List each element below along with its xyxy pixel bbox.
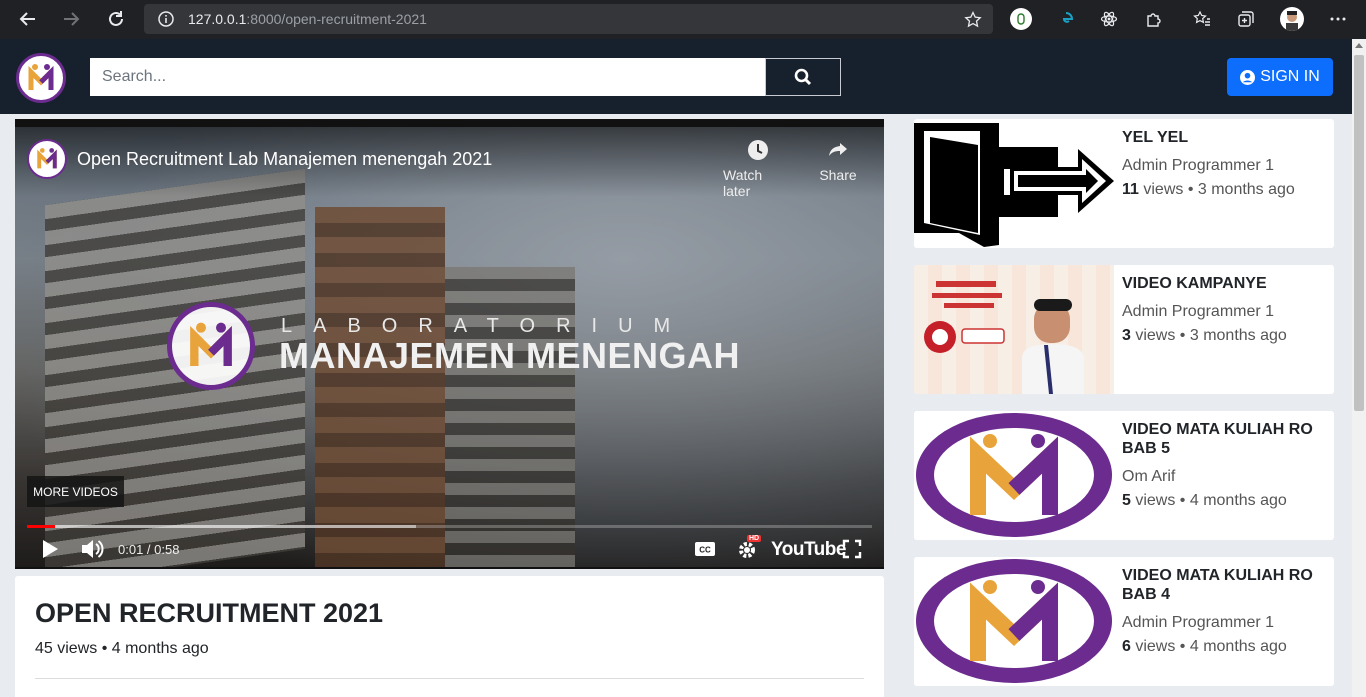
related-video-item[interactable]: VIDEO KAMPANYE Admin Programmer 1 3 view… bbox=[914, 265, 1334, 394]
video-meta: 45 views • 4 months ago bbox=[35, 640, 209, 657]
extension-react-icon[interactable] bbox=[1098, 8, 1120, 30]
more-videos-label: MORE VIDEOS bbox=[33, 484, 118, 499]
related-thumbnail[interactable] bbox=[914, 265, 1114, 394]
page-scrollbar[interactable] bbox=[1352, 39, 1366, 697]
divider bbox=[35, 678, 864, 679]
related-views: 3 bbox=[1122, 327, 1131, 344]
search-input[interactable] bbox=[90, 58, 766, 96]
related-views: 11 bbox=[1122, 181, 1139, 198]
watch-later-button[interactable]: Watch later bbox=[723, 139, 793, 199]
browser-toolbar: 127.0.0.1:8000/open-recruitment-2021 bbox=[0, 0, 1366, 39]
related-stats-suffix: views • 4 months ago bbox=[1130, 638, 1287, 655]
url-path: :8000/open-recruitment-2021 bbox=[246, 11, 427, 27]
related-thumbnail[interactable] bbox=[914, 411, 1114, 540]
clock-icon bbox=[748, 140, 768, 160]
exit-icon bbox=[914, 123, 1114, 247]
related-stats: 11 views • 3 months ago bbox=[1122, 181, 1295, 199]
back-icon[interactable] bbox=[14, 5, 42, 33]
user-circle-icon bbox=[1240, 69, 1256, 85]
extension-mouse-icon[interactable] bbox=[1010, 8, 1032, 30]
collections-icon[interactable] bbox=[1235, 8, 1257, 30]
progress-buffered bbox=[27, 525, 416, 528]
related-thumbnail[interactable] bbox=[914, 557, 1114, 686]
related-stats-suffix: views • 3 months ago bbox=[1138, 181, 1295, 198]
related-video-item[interactable]: VIDEO MATA KULIAH RO BAB 4 Admin Program… bbox=[914, 557, 1334, 686]
video-lab-emblem bbox=[167, 302, 255, 390]
related-stats: 5 views • 4 months ago bbox=[1122, 492, 1287, 510]
related-author: Admin Programmer 1 bbox=[1122, 157, 1275, 174]
forward-icon[interactable] bbox=[57, 5, 85, 33]
related-views: 6 bbox=[1122, 638, 1131, 655]
related-title[interactable]: VIDEO KAMPANYE bbox=[1122, 274, 1327, 293]
channel-avatar[interactable] bbox=[27, 139, 67, 179]
reload-icon[interactable] bbox=[102, 5, 130, 33]
more-menu-icon[interactable] bbox=[1327, 8, 1349, 30]
scroll-up-arrow-icon[interactable] bbox=[1355, 43, 1363, 48]
related-video-item[interactable]: VIDEO MATA KULIAH RO BAB 5 Om Arif 5 vie… bbox=[914, 411, 1334, 540]
video-overlay-title: MANAJEMEN MENENGAH bbox=[279, 335, 741, 376]
captions-icon[interactable]: CC bbox=[694, 537, 716, 561]
related-author: Admin Programmer 1 bbox=[1122, 614, 1275, 631]
add-favorite-icon[interactable] bbox=[964, 10, 982, 34]
progress-played bbox=[27, 525, 55, 528]
player-video-title[interactable]: Open Recruitment Lab Manajemen menengah … bbox=[77, 149, 492, 170]
url-host: 127.0.0.1 bbox=[188, 11, 247, 27]
extension-edge-icon[interactable] bbox=[1055, 8, 1077, 30]
volume-icon[interactable] bbox=[79, 537, 105, 561]
extensions-puzzle-icon[interactable] bbox=[1143, 8, 1165, 30]
related-author: Om Arif bbox=[1122, 468, 1176, 485]
related-video-item[interactable]: YEL YEL Admin Programmer 1 11 views • 3 … bbox=[914, 119, 1334, 248]
fullscreen-icon[interactable] bbox=[841, 537, 863, 561]
share-arrow-icon bbox=[829, 143, 847, 156]
related-title[interactable]: VIDEO MATA KULIAH RO BAB 5 bbox=[1122, 420, 1327, 458]
lab-emblem bbox=[916, 559, 1112, 683]
related-stats-suffix: views • 3 months ago bbox=[1130, 327, 1287, 344]
search-button[interactable] bbox=[765, 58, 841, 96]
sign-in-button[interactable]: SIGN IN bbox=[1227, 58, 1333, 96]
more-videos-button[interactable]: MORE VIDEOS bbox=[27, 476, 124, 507]
video-title: OPEN RECRUITMENT 2021 bbox=[35, 598, 384, 628]
video-player[interactable]: LABORATORIUM MANAJEMEN MENENGAH Open Rec… bbox=[15, 119, 884, 569]
sign-in-label: SIGN IN bbox=[1260, 68, 1320, 85]
related-title[interactable]: VIDEO MATA KULIAH RO BAB 4 bbox=[1122, 566, 1327, 604]
lab-emblem bbox=[916, 413, 1112, 537]
scroll-thumb[interactable] bbox=[1354, 55, 1364, 411]
favorites-icon[interactable] bbox=[1191, 8, 1213, 30]
campaign-poster bbox=[914, 265, 1114, 394]
related-stats: 3 views • 3 months ago bbox=[1122, 327, 1287, 345]
player-controls: 0:01 / 0:58 CC HD YouTube bbox=[15, 531, 884, 567]
related-stats: 6 views • 4 months ago bbox=[1122, 638, 1287, 656]
profile-avatar[interactable] bbox=[1280, 7, 1304, 31]
progress-bar[interactable] bbox=[27, 525, 872, 528]
video-frame[interactable]: LABORATORIUM MANAJEMEN MENENGAH Open Rec… bbox=[15, 127, 884, 567]
hd-badge: HD bbox=[747, 535, 762, 542]
watch-later-label: Watch later bbox=[723, 167, 763, 199]
site-info-icon[interactable] bbox=[158, 11, 174, 32]
play-icon[interactable] bbox=[39, 537, 61, 561]
video-details-card: OPEN RECRUITMENT 2021 45 views • 4 month… bbox=[15, 576, 884, 697]
share-label: Share bbox=[819, 167, 857, 183]
related-author: Admin Programmer 1 bbox=[1122, 303, 1275, 320]
share-button[interactable]: Share bbox=[803, 139, 873, 183]
related-views: 5 bbox=[1122, 492, 1131, 509]
url-text: 127.0.0.1:8000/open-recruitment-2021 bbox=[188, 11, 427, 27]
youtube-logo[interactable]: YouTube bbox=[771, 539, 846, 561]
search-icon bbox=[794, 68, 812, 86]
site-logo[interactable] bbox=[16, 53, 66, 103]
time-display: 0:01 / 0:58 bbox=[118, 542, 180, 557]
related-thumbnail[interactable] bbox=[914, 119, 1114, 248]
svg-text:CC: CC bbox=[699, 546, 711, 555]
related-stats-suffix: views • 4 months ago bbox=[1130, 492, 1287, 509]
related-title[interactable]: YEL YEL bbox=[1122, 128, 1327, 147]
settings-gear-icon[interactable]: HD bbox=[734, 535, 762, 561]
address-bar[interactable]: 127.0.0.1:8000/open-recruitment-2021 bbox=[144, 4, 993, 34]
site-header: SIGN IN bbox=[0, 39, 1352, 114]
